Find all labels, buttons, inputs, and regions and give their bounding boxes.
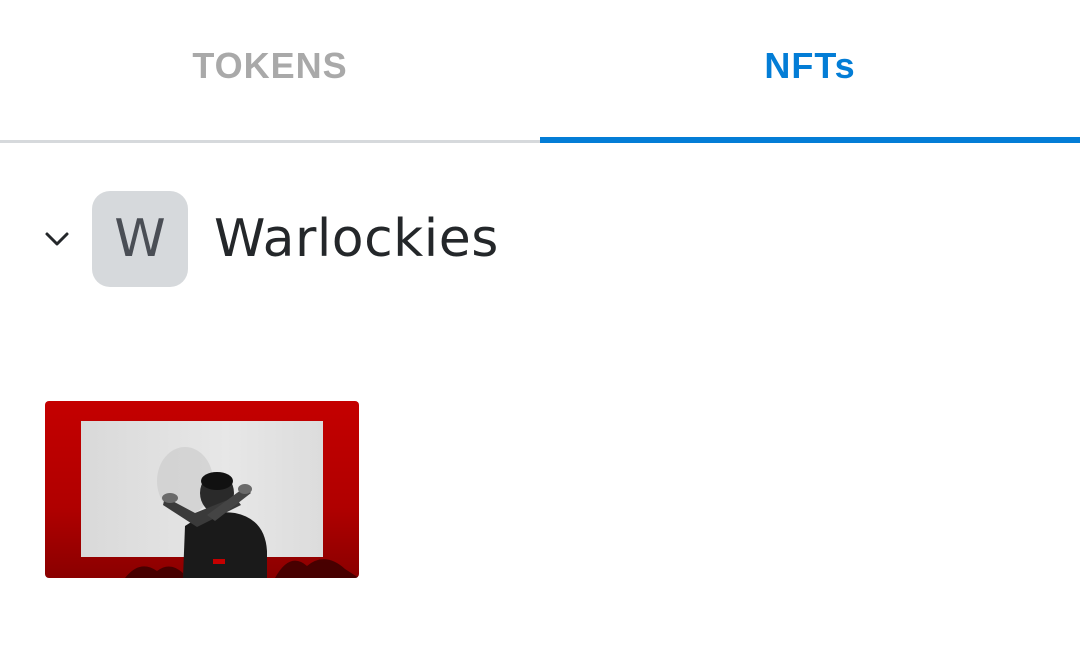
nft-figure-image [125, 447, 359, 578]
tab-tokens[interactable]: TOKENS [0, 0, 540, 140]
chevron-down-icon[interactable] [40, 222, 74, 256]
nft-thumbnail[interactable] [45, 401, 359, 578]
tab-nfts[interactable]: NFTs [540, 0, 1080, 143]
collection-header[interactable]: W Warlockies [40, 190, 499, 288]
collection-name: Warlockies [214, 209, 499, 269]
avatar-letter: W [114, 209, 166, 269]
collection-avatar: W [92, 191, 188, 287]
asset-tabs: TOKENS NFTs [0, 0, 1080, 143]
